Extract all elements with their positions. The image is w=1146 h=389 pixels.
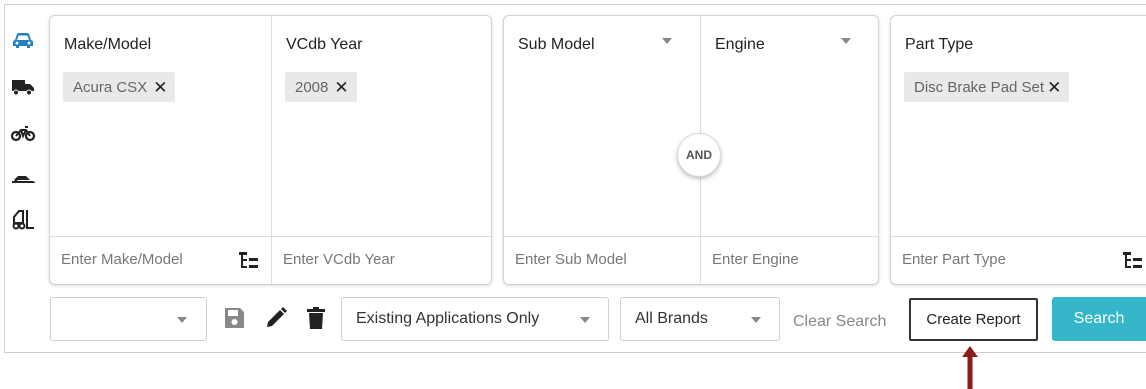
make-model-input[interactable]: Enter Make/Model	[50, 236, 271, 284]
arrow-up-icon	[962, 346, 978, 389]
engine-title: Engine	[715, 36, 765, 53]
part-type-panel: Part Type Disc Brake Pad Set ✕ Enter Par…	[890, 15, 1146, 285]
part-type-column: Part Type Disc Brake Pad Set ✕ Enter Par…	[891, 16, 1146, 284]
remove-chip-icon[interactable]: ✕	[153, 79, 167, 96]
vcdb-year-title: VCdb Year	[286, 36, 363, 53]
vcdb-year-column: VCdb Year 2008 ✕ Enter VCdb Year	[271, 16, 491, 284]
tree-view-icon[interactable]	[239, 252, 259, 270]
make-model-chip: Acura CSX ✕	[63, 72, 176, 102]
engine-input[interactable]: Enter Engine	[701, 236, 878, 284]
snowmobile-icon[interactable]	[8, 165, 38, 193]
make-model-placeholder: Enter Make/Model	[61, 251, 183, 268]
search-button[interactable]: Search	[1052, 297, 1146, 341]
saved-search-select[interactable]	[50, 297, 207, 341]
applications-filter-select[interactable]: Existing Applications Only	[341, 297, 609, 341]
vcdb-year-chip-label: 2008	[295, 78, 329, 96]
brands-label: All Brands	[635, 310, 708, 327]
part-type-placeholder: Enter Part Type	[902, 251, 1006, 268]
brands-select[interactable]: All Brands	[620, 297, 780, 341]
vcdb-year-chip: 2008 ✕	[285, 72, 357, 102]
vcdb-year-input[interactable]: Enter VCdb Year	[272, 236, 491, 284]
make-model-column: Make/Model Acura CSX ✕ Enter Make/Model	[50, 16, 271, 284]
part-type-chip-label: Disc Brake Pad Set	[914, 78, 1045, 96]
sub-model-placeholder: Enter Sub Model	[515, 251, 627, 268]
truck-icon[interactable]	[8, 73, 38, 101]
engine-placeholder: Enter Engine	[712, 251, 799, 268]
remove-chip-icon[interactable]: ✕	[1047, 79, 1061, 96]
part-type-input[interactable]: Enter Part Type	[891, 236, 1146, 284]
forklift-icon[interactable]	[8, 206, 38, 234]
create-report-button[interactable]: Create Report	[909, 298, 1038, 341]
vcdb-year-placeholder: Enter VCdb Year	[283, 251, 395, 268]
make-model-chip-label: Acura CSX	[73, 78, 148, 96]
remove-chip-icon[interactable]: ✕	[334, 79, 348, 96]
chevron-down-icon	[580, 317, 590, 323]
make-model-title: Make/Model	[64, 36, 152, 53]
sub-model-title: Sub Model	[518, 36, 595, 53]
and-operator-badge[interactable]: AND	[677, 133, 721, 177]
motorcycle-icon[interactable]	[8, 119, 38, 147]
car-icon[interactable]	[8, 27, 38, 55]
applications-filter-label: Existing Applications Only	[356, 310, 540, 327]
trash-icon[interactable]	[306, 307, 326, 330]
sub-model-dropdown-icon[interactable]	[662, 38, 672, 44]
save-icon[interactable]	[223, 307, 245, 329]
tree-view-icon[interactable]	[1123, 252, 1143, 270]
edit-icon[interactable]	[265, 307, 287, 329]
sub-model-input[interactable]: Enter Sub Model	[504, 236, 700, 284]
engine-dropdown-icon[interactable]	[841, 38, 851, 44]
part-type-title: Part Type	[905, 36, 974, 53]
engine-column: Engine Enter Engine	[700, 16, 878, 284]
chevron-down-icon	[751, 317, 761, 323]
vehicle-filter-panel: Make/Model Acura CSX ✕ Enter Make/Model …	[49, 15, 492, 285]
chevron-down-icon	[177, 317, 187, 323]
clear-search-link[interactable]: Clear Search	[793, 313, 886, 331]
part-type-chip: Disc Brake Pad Set ✕	[904, 72, 1070, 102]
sub-model-column: Sub Model Enter Sub Model	[504, 16, 700, 284]
